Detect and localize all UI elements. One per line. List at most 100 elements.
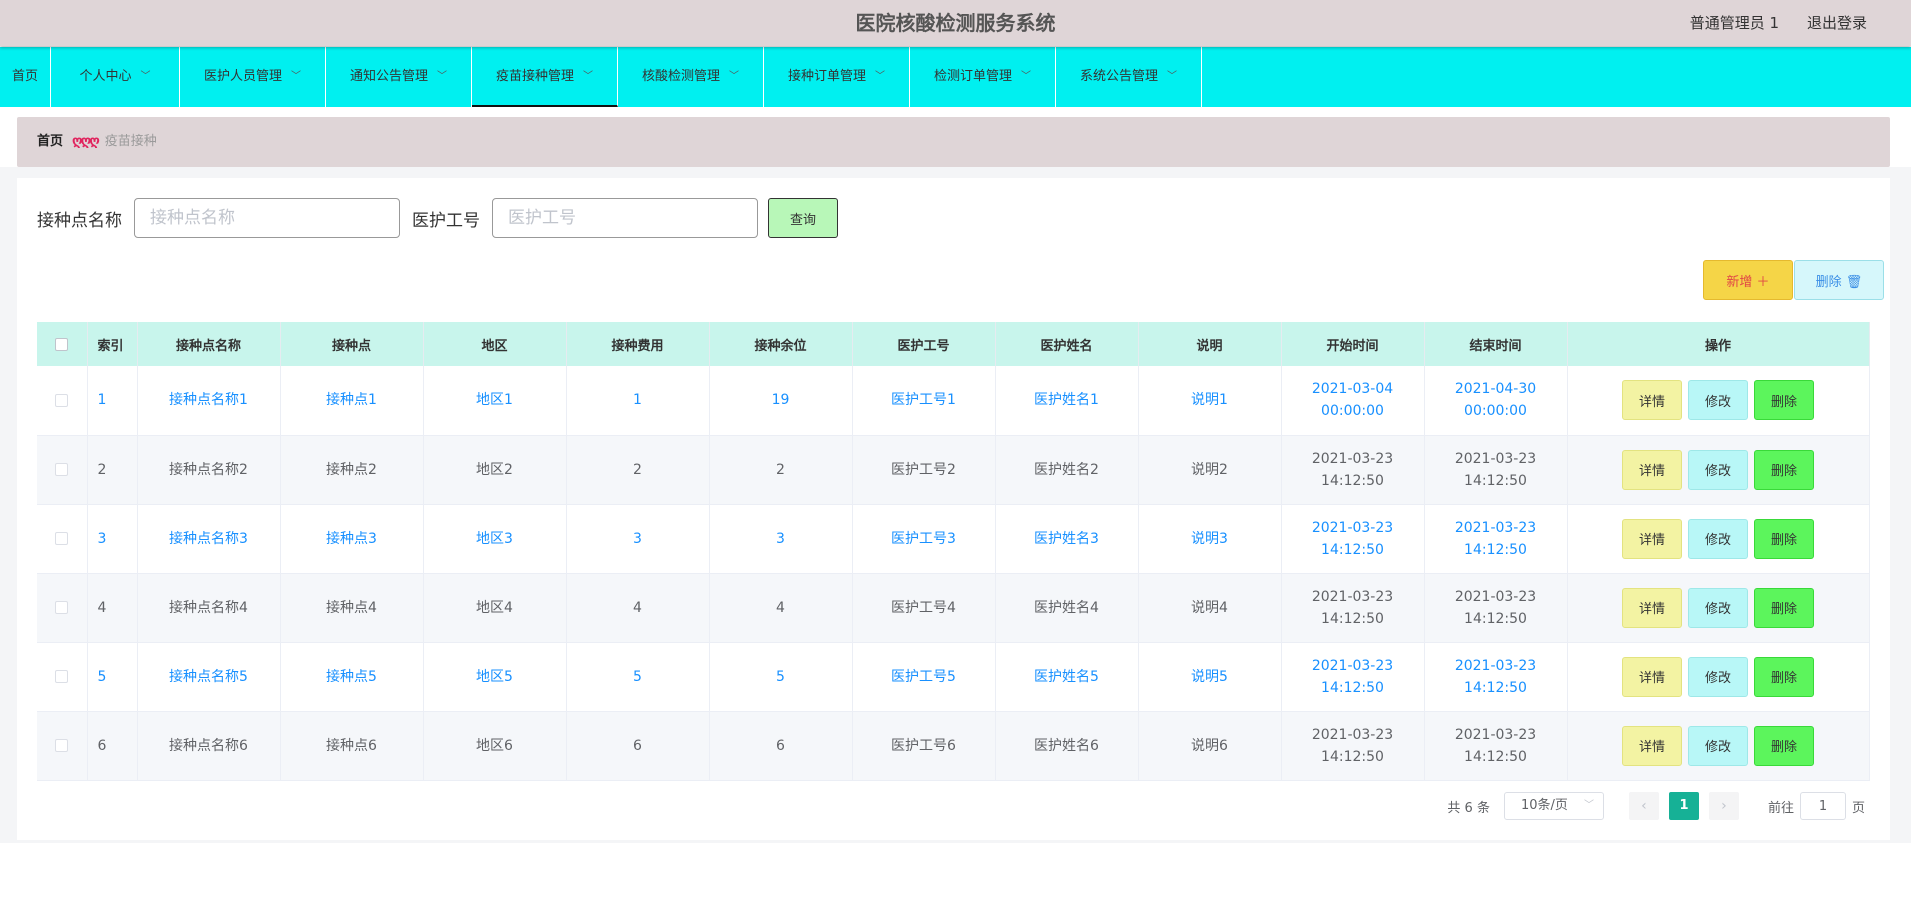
- detail-button[interactable]: 详情: [1622, 656, 1682, 697]
- nav-item-label: 首页: [11, 69, 38, 84]
- detail-button[interactable]: 详情: [1622, 587, 1682, 628]
- row-checkbox[interactable]: [55, 532, 69, 545]
- cell-note: 说明3: [1138, 504, 1282, 574]
- nav-item-system-notice[interactable]: 系统公告管理 ﹀: [1056, 47, 1202, 107]
- row-select-cell: [37, 366, 88, 436]
- table-row[interactable]: 4 接种点名称4 接种点4 地区4 4 4 医护工号4 医护姓名4 说明4 2021-03-23 …: [37, 573, 1870, 643]
- detail-button[interactable]: 详情: [1622, 380, 1682, 421]
- query-button[interactable]: 查询: [768, 198, 838, 238]
- edit-button[interactable]: 修改: [1688, 449, 1748, 490]
- nav-item-notice-management[interactable]: 通知公告管理 ﹀: [326, 47, 472, 107]
- column-header: 医护姓名: [995, 322, 1139, 366]
- nav-item-home[interactable]: 首页: [0, 47, 51, 107]
- cell-start: 2021-03-23 14:12:50: [1281, 504, 1425, 574]
- cell-index: 3: [87, 504, 138, 574]
- nav-item-vaccination-management[interactable]: 疫苗接种管理 ﹀: [472, 47, 618, 107]
- delete-button[interactable]: 删除: [1754, 656, 1814, 697]
- cell-operations: 详情 修改 删除: [1567, 366, 1870, 436]
- prev-page-button[interactable]: ‹: [1628, 792, 1659, 820]
- breadcrumb-current: 疫苗接种: [104, 134, 157, 149]
- cell-note: 说明6: [1138, 711, 1282, 781]
- delete-button[interactable]: 删除: [1754, 449, 1814, 490]
- detail-button[interactable]: 详情: [1622, 518, 1682, 559]
- table-row[interactable]: 2 接种点名称2 接种点2 地区2 2 2 医护工号2 医护姓名2 说明2 2021-03-23 …: [37, 435, 1870, 505]
- add-button[interactable]: 新增 ＋: [1703, 260, 1793, 300]
- cell-note: 说明4: [1138, 573, 1282, 643]
- edit-button[interactable]: 修改: [1688, 380, 1748, 421]
- row-checkbox[interactable]: [55, 601, 69, 614]
- row-checkbox[interactable]: [55, 463, 69, 476]
- nav-item-vaccination-orders[interactable]: 接种订单管理 ﹀: [764, 47, 910, 107]
- cell-staff-no: 医护工号5: [852, 642, 996, 712]
- nav-item-test-orders[interactable]: 检测订单管理 ﹀: [910, 47, 1056, 107]
- cell-start: 2021-03-23 14:12:50: [1281, 435, 1425, 505]
- nav-item-staff-management[interactable]: 医护人员管理 ﹀: [180, 47, 326, 107]
- chevron-down-icon: ﹀: [1167, 71, 1177, 82]
- batch-delete-button[interactable]: 删除 🗑: [1794, 260, 1884, 300]
- cell-index: 1: [87, 366, 138, 436]
- delete-button[interactable]: 删除: [1754, 380, 1814, 421]
- logout-link[interactable]: 退出登录: [1807, 0, 1867, 46]
- staff-search-input[interactable]: [492, 198, 758, 238]
- main-nav: 首页 个人中心 ﹀ 医护人员管理 ﹀ 通知公告管理 ﹀ 疫苗接种管理 ﹀ 核酸检测管理 ﹀…: [0, 47, 1911, 107]
- name-search-input[interactable]: [134, 198, 400, 238]
- table-row[interactable]: 1 接种点名称1 接种点1 地区1 1 19 医护工号1 医护姓名1 说明1 2021-03-04…: [37, 366, 1870, 436]
- search-bar: 接种点名称 医护工号 查询: [37, 198, 838, 238]
- next-page-button[interactable]: ›: [1708, 792, 1739, 820]
- delete-button[interactable]: 删除: [1754, 725, 1814, 766]
- cell-staff-no: 医护工号4: [852, 573, 996, 643]
- cell-staff-name: 医护姓名6: [995, 711, 1139, 781]
- detail-button[interactable]: 详情: [1622, 449, 1682, 490]
- total-count: 共 6 条: [1447, 800, 1490, 816]
- chevron-down-icon: ﹀: [437, 71, 447, 82]
- chevron-left-icon: ‹: [1641, 798, 1647, 814]
- detail-button[interactable]: 详情: [1622, 725, 1682, 766]
- cell-remaining: 19: [709, 366, 853, 436]
- row-checkbox[interactable]: [55, 670, 69, 683]
- select-all-cell: [37, 322, 88, 366]
- cell-fee: 3: [566, 504, 710, 574]
- delete-button[interactable]: 删除: [1754, 518, 1814, 559]
- goto-page-input[interactable]: [1799, 792, 1846, 820]
- edit-button[interactable]: 修改: [1688, 518, 1748, 559]
- column-header: 开始时间: [1281, 322, 1425, 366]
- table-row[interactable]: 3 接种点名称3 接种点3 地区3 3 3 医护工号3 医护姓名3 说明3 2021-03-23 …: [37, 504, 1870, 574]
- cell-note: 说明1: [1138, 366, 1282, 436]
- column-header: 接种点: [280, 322, 424, 366]
- page-number-button[interactable]: 1: [1668, 792, 1699, 820]
- cell-end: 2021-03-23 14:12:50: [1424, 711, 1568, 781]
- cell-area: 地区1: [423, 366, 567, 436]
- chevron-down-icon: ﹀: [1021, 71, 1031, 82]
- table-row[interactable]: 6 接种点名称6 接种点6 地区6 6 6 医护工号6 医护姓名6 说明6 2021-03-23 …: [37, 711, 1870, 781]
- row-checkbox[interactable]: [55, 739, 69, 752]
- cell-point: 接种点6: [280, 711, 424, 781]
- chevron-down-icon: ﹀: [291, 71, 301, 82]
- cell-area: 地区6: [423, 711, 567, 781]
- breadcrumb-home[interactable]: 首页: [37, 134, 63, 149]
- column-header: 结束时间: [1424, 322, 1568, 366]
- edit-button[interactable]: 修改: [1688, 725, 1748, 766]
- edit-button[interactable]: 修改: [1688, 656, 1748, 697]
- edit-button[interactable]: 修改: [1688, 587, 1748, 628]
- row-checkbox[interactable]: [55, 393, 69, 407]
- cell-name: 接种点名称2: [137, 435, 281, 505]
- nav-item-nucleic-test-management[interactable]: 核酸检测管理 ﹀: [618, 47, 764, 107]
- cell-start: 2021-03-23 14:12:50: [1281, 642, 1425, 712]
- cell-operations: 详情 修改 删除: [1567, 573, 1870, 643]
- cell-index: 5: [87, 642, 138, 712]
- current-user: 普通管理员 1: [1689, 14, 1779, 32]
- delete-button[interactable]: 删除: [1754, 587, 1814, 628]
- cell-end: 2021-03-23 14:12:50: [1424, 504, 1568, 574]
- cell-point: 接种点1: [280, 366, 424, 436]
- cell-start: 2021-03-04 00:00:00: [1281, 366, 1425, 436]
- select-all-checkbox[interactable]: [55, 337, 69, 351]
- cell-area: 地区4: [423, 573, 567, 643]
- page-size-select[interactable]: 10条/页 ﹀: [1503, 792, 1604, 820]
- cell-fee: 6: [566, 711, 710, 781]
- cell-staff-no: 医护工号2: [852, 435, 996, 505]
- nav-item-personal-center[interactable]: 个人中心 ﹀: [51, 47, 180, 107]
- chevron-down-icon: ﹀: [1583, 800, 1594, 811]
- table-row[interactable]: 5 接种点名称5 接种点5 地区5 5 5 医护工号5 医护姓名5 说明5 2021-03-23 …: [37, 642, 1870, 712]
- column-header: 操作: [1567, 322, 1870, 366]
- chevron-right-icon: ›: [1721, 798, 1727, 814]
